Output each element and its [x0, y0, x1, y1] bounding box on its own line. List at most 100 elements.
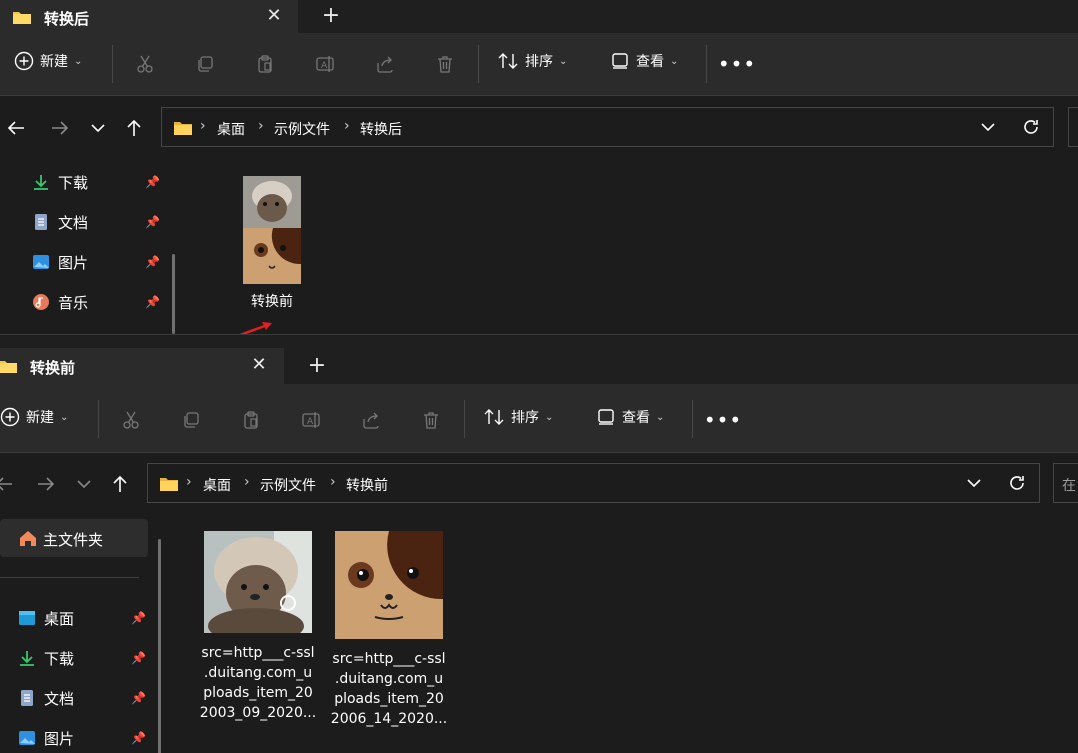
- sidebar-item-downloads[interactable]: 下载: [18, 644, 74, 672]
- sort-label: 排序: [525, 54, 553, 70]
- share-icon[interactable]: [357, 406, 385, 434]
- breadcrumb-sample-files[interactable]: 示例文件: [274, 119, 330, 139]
- sidebar-item-label: 桌面: [44, 609, 75, 628]
- sidebar-item-documents[interactable]: 文档: [18, 684, 74, 712]
- folder-icon: [13, 12, 31, 24]
- forward-icon[interactable]: [46, 114, 74, 142]
- pin-icon[interactable]: 📌: [145, 215, 160, 229]
- address-bar[interactable]: › 桌面 › 示例文件 › 转换后: [161, 107, 1054, 147]
- divider: [692, 400, 693, 438]
- file-name-line: .duitang.com_u: [334, 671, 444, 687]
- refresh-icon[interactable]: [1008, 474, 1026, 492]
- paste-icon[interactable]: [251, 50, 279, 78]
- sort-button[interactable]: 排序 ⌄: [497, 51, 567, 71]
- sidebar-item-desktop[interactable]: 桌面: [18, 604, 74, 632]
- refresh-icon[interactable]: [1022, 118, 1040, 136]
- copy-icon[interactable]: [191, 50, 219, 78]
- sidebar-item-pictures[interactable]: 图片: [32, 248, 88, 276]
- pin-icon[interactable]: 📌: [131, 691, 146, 705]
- command-bar: 新建 ⌄ A 排序 ⌄ 查看 ⌄ •••: [0, 33, 1078, 96]
- delete-icon[interactable]: [431, 50, 459, 78]
- back-icon[interactable]: [2, 114, 30, 142]
- close-tab-icon[interactable]: ✕: [262, 4, 286, 28]
- pin-icon[interactable]: 📌: [145, 175, 160, 189]
- tab-before[interactable]: 转换前 ✕: [0, 348, 284, 384]
- chevron-down-icon[interactable]: [967, 478, 981, 488]
- pin-icon[interactable]: 📌: [131, 651, 146, 665]
- divider: [464, 400, 465, 438]
- sidebar-item-downloads[interactable]: 下载: [32, 168, 88, 196]
- folder-icon: [160, 478, 178, 491]
- file-name: src=http___c-ssl .duitang.com_u ploads_i…: [196, 643, 320, 723]
- view-button[interactable]: 查看 ⌄: [610, 51, 678, 71]
- chevron-right-icon: ›: [330, 474, 336, 490]
- sidebar-item-label: 主文件夹: [43, 531, 104, 549]
- up-icon[interactable]: [120, 114, 148, 142]
- svg-text:A: A: [307, 417, 314, 427]
- new-button[interactable]: 新建 ⌄: [14, 51, 82, 71]
- more-options-icon[interactable]: •••: [704, 406, 741, 434]
- folder-icon: [174, 122, 192, 135]
- divider: [112, 45, 113, 83]
- file-name-line: 2003_09_2020...: [199, 705, 317, 721]
- cut-icon[interactable]: [131, 50, 159, 78]
- folder-icon: [0, 361, 17, 373]
- chevron-right-icon: ›: [200, 118, 206, 134]
- file-name-line: .duitang.com_u: [203, 665, 313, 681]
- cut-icon[interactable]: [117, 406, 145, 434]
- rename-icon[interactable]: A: [297, 406, 325, 434]
- download-icon: [20, 651, 34, 666]
- breadcrumb-current[interactable]: 转换前: [346, 475, 388, 495]
- scrollbar[interactable]: [172, 254, 175, 334]
- close-tab-icon[interactable]: ✕: [247, 353, 271, 377]
- recent-locations-icon[interactable]: [84, 114, 112, 142]
- view-label: 查看: [622, 410, 650, 426]
- pin-icon[interactable]: 📌: [145, 295, 160, 309]
- sidebar-item-pictures[interactable]: 图片: [18, 724, 74, 752]
- view-button[interactable]: 查看 ⌄: [596, 407, 664, 427]
- breadcrumb-desktop[interactable]: 桌面: [203, 475, 231, 495]
- sidebar-item-label: 音乐: [58, 293, 89, 312]
- view-icon: [598, 409, 614, 425]
- delete-icon[interactable]: [417, 406, 445, 434]
- pin-icon[interactable]: 📌: [131, 611, 146, 625]
- sidebar-item-home[interactable]: 主文件夹: [0, 519, 148, 557]
- file-item[interactable]: src=http___c-ssl .duitang.com_u ploads_i…: [196, 531, 320, 723]
- paste-icon[interactable]: [237, 406, 265, 434]
- file-item[interactable]: 转换前: [226, 176, 318, 312]
- sidebar-item-music[interactable]: 音乐: [32, 288, 88, 316]
- sort-label: 排序: [511, 410, 539, 426]
- breadcrumb-sample-files[interactable]: 示例文件: [260, 475, 316, 495]
- scrollbar[interactable]: [158, 539, 161, 753]
- share-icon[interactable]: [371, 50, 399, 78]
- tab-after[interactable]: 转换后 ✕: [0, 0, 298, 33]
- search-box[interactable]: 在: [1053, 463, 1078, 503]
- breadcrumb-desktop[interactable]: 桌面: [217, 119, 245, 139]
- new-label: 新建: [40, 54, 68, 70]
- rename-icon[interactable]: A: [311, 50, 339, 78]
- sidebar-item-label: 下载: [58, 173, 89, 192]
- sort-button[interactable]: 排序 ⌄: [483, 407, 553, 427]
- file-item[interactable]: src=http___c-ssl .duitang.com_u ploads_i…: [327, 531, 451, 729]
- chevron-down-icon: ⌄: [60, 411, 69, 423]
- up-icon[interactable]: [106, 470, 134, 498]
- forward-icon[interactable]: [32, 470, 60, 498]
- pin-icon[interactable]: 📌: [131, 731, 146, 745]
- file-name-line: src=http___c-ssl: [201, 645, 315, 661]
- address-bar[interactable]: › 桌面 › 示例文件 › 转换前: [147, 463, 1040, 503]
- search-box[interactable]: [1068, 107, 1078, 147]
- more-options-icon[interactable]: •••: [718, 50, 755, 78]
- sidebar-item-documents[interactable]: 文档: [32, 208, 88, 236]
- breadcrumb-current[interactable]: 转换后: [360, 119, 402, 139]
- chevron-down-icon[interactable]: [981, 122, 995, 132]
- pin-icon[interactable]: 📌: [145, 255, 160, 269]
- new-tab-button[interactable]: +: [316, 3, 346, 29]
- chevron-down-icon: ⌄: [74, 55, 83, 67]
- new-tab-button[interactable]: +: [302, 353, 332, 379]
- file-name-line: ploads_item_20: [203, 685, 313, 701]
- copy-icon[interactable]: [177, 406, 205, 434]
- back-icon[interactable]: [0, 470, 18, 498]
- chevron-down-icon: ⌄: [545, 411, 554, 423]
- new-button[interactable]: 新建 ⌄: [0, 407, 68, 427]
- recent-locations-icon[interactable]: [70, 470, 98, 498]
